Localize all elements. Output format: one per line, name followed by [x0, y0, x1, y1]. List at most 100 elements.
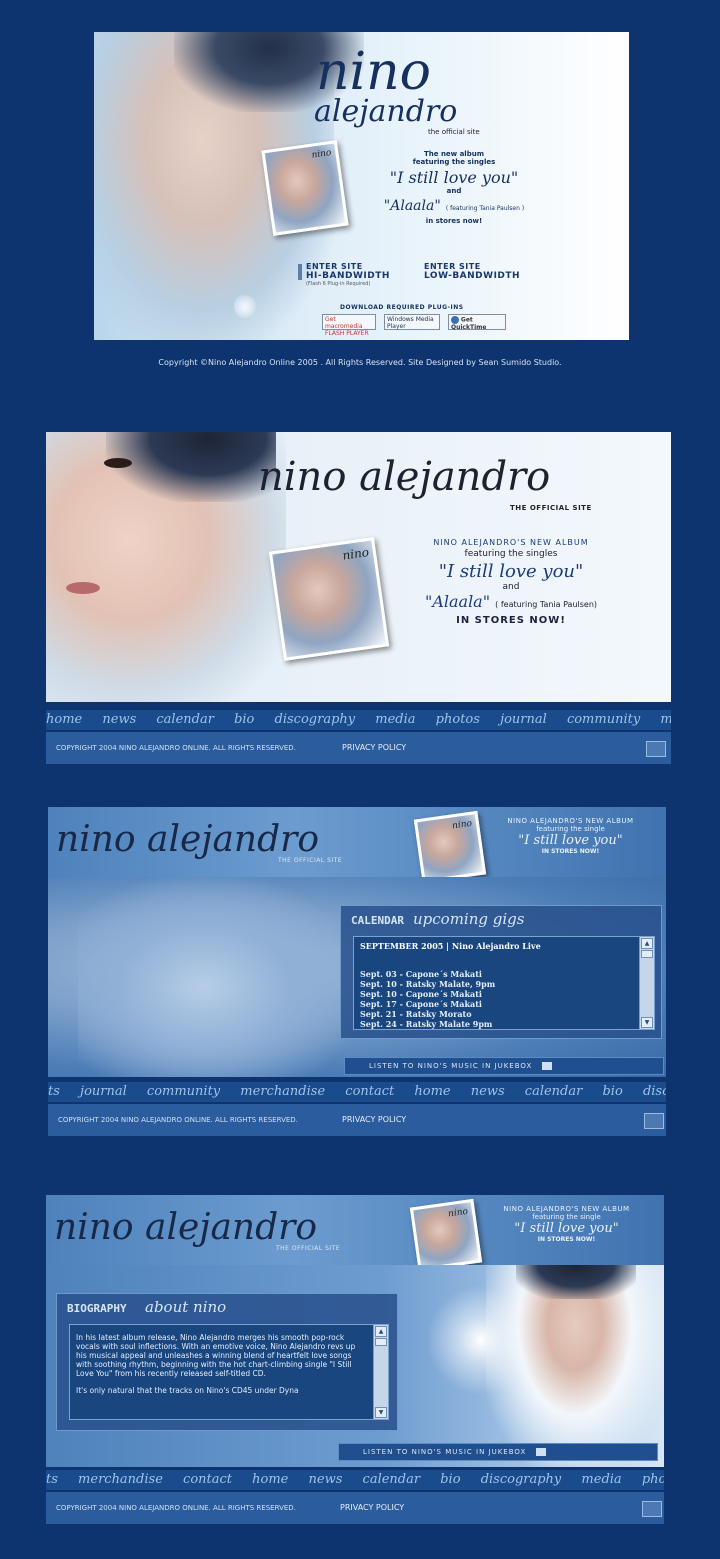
in-stores: IN STORES NOW! [541, 848, 600, 855]
artist-hair [106, 432, 276, 502]
privacy-policy-link[interactable]: PRIVACY POLICY [340, 1503, 404, 1512]
album-photo [413, 1202, 479, 1268]
site-title-last: alejandro [314, 94, 458, 129]
enter-hi-bandwidth-link[interactable]: ENTER SITE HI-BANDWIDTH (Flash 6 Plug-in… [298, 262, 416, 287]
nav-merchandise[interactable]: merchandise [240, 1084, 325, 1099]
single2: "Alaala" [424, 592, 491, 611]
flash-player-button[interactable]: Get macromedia FLASH PLAYER [322, 314, 376, 337]
nav-photos[interactable]: photos [436, 712, 480, 727]
calendar-nav: ts journal community merchandise contact… [48, 1082, 666, 1102]
calendar-box: CALENDAR upcoming gigs SEPTEMBER 2005 | … [340, 905, 662, 1039]
nav-merchandise[interactable]: merchandise [78, 1472, 163, 1487]
enter-low-bandwidth-link[interactable]: ENTER SITE LOW-BANDWIDTH [424, 262, 534, 281]
jukebox-button[interactable]: LISTEN TO NINO'S MUSIC IN JUKEBOX [338, 1443, 658, 1461]
splash-copyright: Copyright ©Nino Alejandro Online 2005 . … [158, 358, 562, 367]
site-subtitle: THE OFFICIAL SITE [276, 1245, 341, 1252]
scroll-up-icon[interactable]: ▲ [375, 1326, 387, 1337]
bio-paragraph: It's only natural that the tracks on Nin… [76, 1386, 299, 1395]
scroll-thumb[interactable] [375, 1338, 387, 1346]
album-cover: nino [268, 537, 390, 661]
nav-media[interactable]: media [375, 712, 415, 727]
nav-news[interactable]: news [102, 712, 136, 727]
home-footer: COPYRIGHT 2004 NINO ALEJANDRO ONLINE. AL… [46, 732, 671, 764]
nav-community[interactable]: community [567, 712, 640, 727]
calendar-header: nino alejandro THE OFFICIAL SITE nino NI… [48, 807, 666, 884]
bio-text: In his latest album release, Nino Alejan… [76, 1333, 366, 1395]
nav-bio[interactable]: bio [602, 1084, 622, 1099]
nav-calendar[interactable]: calendar [363, 1472, 421, 1487]
site-subtitle: THE OFFICIAL SITE [510, 504, 592, 512]
nav-discography[interactable]: discography [481, 1472, 562, 1487]
footer-logo-icon [642, 1501, 662, 1517]
jukebox-button[interactable]: LISTEN TO NINO'S MUSIC IN JUKEBOX [344, 1057, 664, 1075]
nav-bio[interactable]: bio [234, 712, 254, 727]
nav-calendar[interactable]: calendar [156, 712, 214, 727]
nav-item[interactable]: ts [46, 1472, 58, 1487]
single2-line: "Alaala" ( featuring Tania Paulsen) [376, 592, 646, 611]
site-subtitle: THE OFFICIAL SITE [278, 857, 343, 864]
jukebox-label: LISTEN TO NINO'S MUSIC IN JUKEBOX [363, 1448, 527, 1456]
enter-low-line1: ENTER SITE [424, 262, 481, 271]
scrollbar[interactable]: ▲ ▼ [639, 937, 654, 1029]
scroll-thumb[interactable] [641, 950, 653, 958]
nav-news[interactable]: news [471, 1084, 505, 1099]
nav-journal[interactable]: journal [80, 1084, 127, 1099]
nav-home[interactable]: home [252, 1472, 288, 1487]
nav-contact[interactable]: contact [183, 1472, 232, 1487]
quicktime-icon [451, 316, 459, 324]
gig-item: Sept. 03 - Capone´s Makati [360, 969, 482, 979]
gig-item: Sept. 10 - Ratsky Malate, 9pm [360, 979, 496, 989]
calendar-body: CALENDAR upcoming gigs SEPTEMBER 2005 | … [48, 877, 666, 1077]
artist-hair [516, 1265, 636, 1299]
scroll-down-icon[interactable]: ▼ [375, 1407, 387, 1418]
bio-text-area[interactable]: In his latest album release, Nino Alejan… [69, 1324, 389, 1420]
nav-photos[interactable]: photos [642, 1472, 664, 1487]
quicktime-button[interactable]: Get QuickTime [448, 314, 506, 331]
promo-and: and [502, 582, 520, 592]
scrollbar[interactable]: ▲ ▼ [373, 1325, 388, 1419]
bio-box: BIOGRAPHY about nino In his latest album… [56, 1293, 398, 1431]
scroll-down-icon[interactable]: ▼ [641, 1017, 653, 1028]
speaker-icon [535, 1448, 546, 1456]
promo-line1: NINO ALEJANDRO'S NEW ALBUM [507, 817, 634, 825]
windows-media-button[interactable]: Windows Media Player [384, 314, 440, 330]
promo-block: NINO ALEJANDRO'S NEW ALBUM featuring the… [478, 817, 663, 855]
nav-discography[interactable]: discography [275, 712, 356, 727]
album-photo [417, 814, 483, 880]
nav-calendar[interactable]: calendar [525, 1084, 583, 1099]
windows-media-label: Windows Media Player [387, 316, 434, 330]
nav-media[interactable]: media [581, 1472, 621, 1487]
site-subtitle: the official site [428, 128, 480, 136]
download-label: DOWNLOAD REQUIRED PLUG-INS [340, 304, 464, 311]
nav-merch[interactable]: merch [660, 712, 671, 727]
in-stores: IN STORES NOW! [456, 615, 566, 626]
nav-discography[interactable]: discograp [643, 1084, 666, 1099]
nav-home[interactable]: home [414, 1084, 450, 1099]
promo-line1: NINO ALEJANDRO'S NEW ALBUM [503, 1205, 630, 1213]
single1: "I still love you" [514, 1221, 619, 1236]
album-photo [264, 143, 346, 233]
privacy-policy-link[interactable]: PRIVACY POLICY [342, 1115, 406, 1124]
nav-journal[interactable]: journal [500, 712, 547, 727]
nav-bio[interactable]: bio [440, 1472, 460, 1487]
album-cover: nino [261, 140, 349, 236]
promo-line2: featuring the singles [412, 158, 496, 166]
gig-item: Sept. 10 - Capone´s Makati [360, 989, 482, 999]
promo-line2: featuring the single [536, 825, 605, 833]
nav-contact[interactable]: contact [345, 1084, 394, 1099]
home-panel: nino alejandro THE OFFICIAL SITE nino NI… [46, 432, 671, 702]
scroll-up-icon[interactable]: ▲ [641, 938, 653, 949]
nav-community[interactable]: community [147, 1084, 220, 1099]
nav-home[interactable]: home [46, 712, 82, 727]
section-script: about nino [145, 1298, 227, 1316]
footer-copyright: COPYRIGHT 2004 NINO ALEJANDRO ONLINE. AL… [56, 1504, 296, 1512]
promo-line1: NINO ALEJANDRO'S NEW ALBUM [433, 538, 589, 547]
single2-line: "Alaala" ( featuring Tania Paulsen ) [364, 195, 544, 214]
nav-item[interactable]: ts [48, 1084, 60, 1099]
privacy-policy-link[interactable]: PRIVACY POLICY [342, 743, 406, 752]
promo-block: NINO ALEJANDRO'S NEW ALBUM featuring the… [376, 538, 646, 626]
nav-news[interactable]: news [309, 1472, 343, 1487]
promo-line2: featuring the singles [464, 549, 558, 559]
calendar-list[interactable]: SEPTEMBER 2005 | Nino Alejandro Live Sep… [353, 936, 655, 1030]
footer-logo-icon [644, 1113, 664, 1129]
